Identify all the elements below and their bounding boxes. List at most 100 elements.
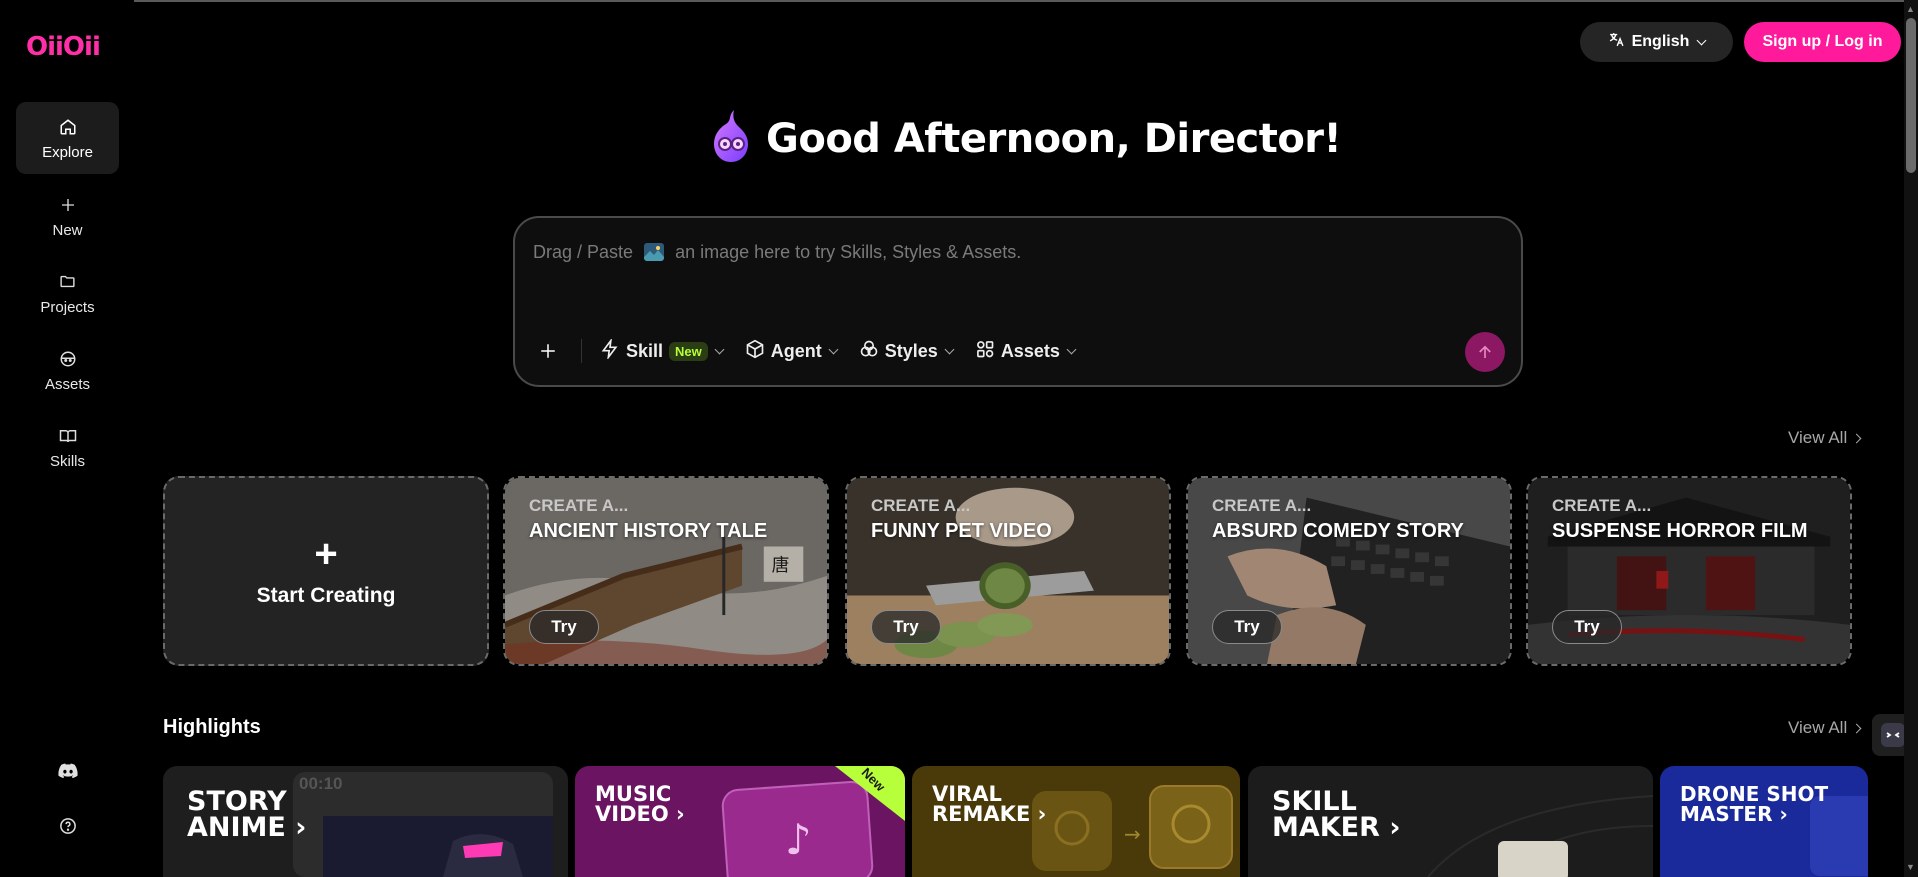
- mascot-face-icon: [1881, 723, 1905, 747]
- styles-dropdown[interactable]: Styles: [859, 339, 955, 364]
- styles-label: Styles: [884, 340, 938, 361]
- translate-icon: [1608, 31, 1625, 53]
- try-button[interactable]: Try: [529, 610, 599, 644]
- card-title: FUNNY PET VIDEO: [871, 520, 1052, 542]
- mascot-icon: [710, 108, 752, 169]
- template-card-funny-pet[interactable]: CREATE A... FUNNY PET VIDEO Try: [845, 476, 1171, 666]
- svg-text:♪: ♪: [785, 815, 812, 864]
- highlight-title-line1: SKILL: [1272, 786, 1357, 817]
- lightning-icon: [600, 337, 620, 364]
- scrollbar-thumb[interactable]: [1906, 18, 1916, 173]
- view-all-label: View All: [1788, 718, 1848, 737]
- toolbar-divider: [581, 339, 582, 363]
- scroll-down-icon[interactable]: ▼: [1906, 862, 1915, 872]
- discord-icon[interactable]: [55, 758, 81, 784]
- highlight-skill-maker[interactable]: SKILL MAKER ›: [1248, 766, 1653, 877]
- plus-icon: [57, 194, 79, 216]
- template-card-suspense-horror[interactable]: CREATE A... SUSPENSE HORROR FILM Try: [1526, 476, 1852, 666]
- prompt-box[interactable]: Drag / Paste an image here to try Skills…: [513, 216, 1523, 387]
- card-prefix: CREATE A...: [529, 496, 629, 515]
- send-button[interactable]: [1465, 332, 1505, 372]
- chevron-down-icon: [1696, 35, 1707, 45]
- card-prefix: CREATE A...: [1552, 496, 1652, 515]
- home-icon: [57, 116, 79, 138]
- prompt-toolbar: Skill New Agent Styles Assets: [533, 336, 1097, 366]
- top-border: [0, 0, 1918, 2]
- nav-new-label: New: [52, 221, 83, 239]
- card-title: ANCIENT HISTORY TALE: [529, 520, 768, 542]
- sidebar: OiiOii Explore New Projects Assets Skill…: [0, 0, 134, 877]
- cube-icon: [745, 339, 765, 364]
- start-creating-card[interactable]: + Start Creating: [163, 476, 489, 666]
- highlight-title-line1: DRONE SHOT: [1680, 782, 1829, 806]
- try-button[interactable]: Try: [1552, 610, 1622, 644]
- assets-grid-icon: [975, 339, 995, 364]
- nav-skills[interactable]: Skills: [16, 411, 119, 483]
- highlight-title-line2: REMAKE ›: [932, 802, 1047, 826]
- template-card-ancient-history[interactable]: 唐 CREATE A... ANCIENT HISTORY TALE Try: [503, 476, 829, 666]
- highlight-music-video[interactable]: ♪ New MUSIC VIDEO ›: [575, 766, 905, 877]
- try-button[interactable]: Try: [1212, 610, 1282, 644]
- character-icon: [57, 348, 79, 370]
- placeholder-text-start: Drag / Paste: [533, 242, 634, 262]
- chevron-right-icon: [1851, 723, 1862, 733]
- book-icon: [57, 425, 79, 447]
- signup-login-button[interactable]: Sign up / Log in: [1744, 22, 1901, 62]
- new-badge: New: [669, 341, 708, 361]
- highlight-drone-shot-master[interactable]: DRONE SHOT MASTER ›: [1660, 766, 1868, 877]
- card-prefix: CREATE A...: [1212, 496, 1312, 515]
- scroll-up-icon[interactable]: ▲: [1906, 4, 1915, 14]
- nav-new[interactable]: New: [16, 180, 119, 252]
- assets-label: Assets: [1000, 340, 1060, 361]
- chevron-down-icon: [944, 344, 955, 354]
- nav-skills-label: Skills: [49, 452, 85, 470]
- greeting-title: Good Afternoon, Director!: [766, 115, 1342, 162]
- highlights-view-all[interactable]: View All: [1788, 718, 1862, 738]
- card-prefix: CREATE A...: [871, 496, 971, 515]
- nav-assets-label: Assets: [44, 375, 90, 393]
- chevron-right-icon: [1851, 433, 1862, 443]
- try-button[interactable]: Try: [871, 610, 941, 644]
- card-title: SUSPENSE HORROR FILM: [1552, 520, 1808, 542]
- help-icon[interactable]: [55, 813, 81, 839]
- styles-icon: [859, 339, 879, 364]
- highlight-title-line2: VIDEO ›: [595, 802, 685, 826]
- arrow-up-icon: [1479, 345, 1491, 358]
- nav-projects[interactable]: Projects: [16, 257, 119, 329]
- card-title: ABSURD COMEDY STORY: [1212, 520, 1464, 542]
- image-icon: [644, 243, 665, 266]
- attach-button[interactable]: [533, 336, 563, 366]
- plus-icon: +: [314, 532, 338, 576]
- view-all-label: View All: [1788, 428, 1848, 447]
- svg-text:→: →: [1124, 822, 1141, 846]
- prompt-placeholder[interactable]: Drag / Paste an image here to try Skills…: [533, 242, 1021, 266]
- highlight-title-line1: STORY: [187, 786, 287, 817]
- skill-label: Skill: [626, 340, 664, 361]
- nav-explore-label: Explore: [42, 143, 93, 161]
- nav-projects-label: Projects: [40, 298, 95, 316]
- assets-dropdown[interactable]: Assets: [975, 339, 1077, 364]
- folder-icon: [57, 271, 79, 293]
- chevron-down-icon: [1066, 344, 1077, 354]
- highlight-title-line2: MASTER ›: [1680, 802, 1788, 826]
- chevron-down-icon: [828, 344, 839, 354]
- templates-view-all[interactable]: View All: [1788, 428, 1862, 448]
- nav-explore[interactable]: Explore: [16, 102, 119, 174]
- highlight-story-anime[interactable]: 00:10 STORY ANIME ›: [163, 766, 568, 877]
- highlight-viral-remake[interactable]: → VIRAL REMAKE ›: [912, 766, 1240, 877]
- agent-dropdown[interactable]: Agent: [745, 339, 839, 364]
- highlight-title-line2: MAKER ›: [1272, 812, 1401, 843]
- chevron-down-icon: [714, 344, 725, 354]
- timer-label: 00:10: [299, 774, 343, 793]
- language-label: English: [1631, 33, 1690, 50]
- template-card-absurd-comedy[interactable]: CREATE A... ABSURD COMEDY STORY Try: [1186, 476, 1512, 666]
- start-creating-label: Start Creating: [256, 584, 396, 607]
- language-selector[interactable]: English: [1580, 22, 1733, 62]
- highlight-title-line2: ANIME ›: [187, 812, 307, 843]
- logo[interactable]: OiiOii: [26, 32, 101, 62]
- agent-label: Agent: [770, 340, 822, 361]
- nav-assets[interactable]: Assets: [16, 334, 119, 406]
- highlights-title: Highlights: [163, 716, 261, 738]
- placeholder-text-end: an image here to try Skills, Styles & As…: [675, 242, 1022, 262]
- skill-dropdown[interactable]: Skill New: [600, 337, 725, 364]
